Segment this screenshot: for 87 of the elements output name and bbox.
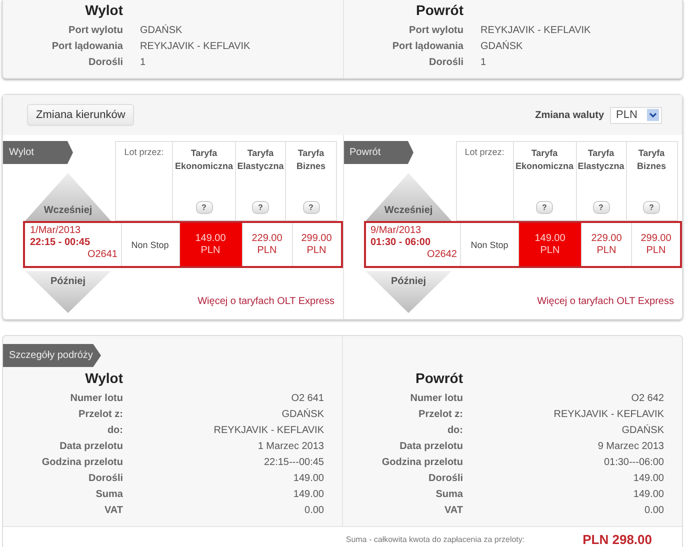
field-label: Dorośli — [428, 472, 463, 486]
flight-time: 22:15 - 00:45 — [30, 237, 92, 249]
field-value: 149.00 — [632, 488, 665, 502]
field-value: 149.00 — [292, 488, 325, 502]
field-label: Port lądowania — [391, 40, 464, 54]
help-button[interactable]: ? — [196, 201, 212, 214]
column-header: Lot przez: — [124, 147, 164, 157]
column-header: Lot przez: — [464, 147, 504, 157]
field-value: GDAŃSK — [280, 408, 325, 422]
field-value: 1 Marzec 2013 — [256, 440, 325, 454]
field-value: 01:30---06:00 — [602, 456, 665, 470]
field-value: 1 — [140, 56, 147, 70]
help-button[interactable]: ? — [643, 201, 660, 214]
chevron-down-icon — [647, 109, 659, 121]
field-value: 9 Marzec 2013 — [596, 440, 665, 454]
field-value: 149.00 — [632, 472, 665, 486]
field-label: VAT — [103, 504, 123, 518]
earlier-button[interactable]: Wcześniej — [25, 173, 111, 221]
field-label: Data przelotu — [58, 440, 123, 454]
section-tag: Szczegóły podróży — [3, 344, 101, 367]
field-label: Numer lotu — [69, 392, 123, 406]
column-header: Taryfa Elastyczna — [578, 147, 624, 173]
field-label: Dorośli — [88, 56, 123, 70]
field-label: Przelot z: — [418, 408, 463, 422]
section-tag: Powrót — [344, 141, 414, 164]
field-label: Dorośli — [428, 56, 464, 70]
field-label: do: — [106, 424, 123, 438]
field-value: O2 641 — [290, 392, 325, 406]
field-value: 0.00 — [304, 504, 325, 518]
field-value: O2 642 — [630, 392, 665, 406]
section-title: Powrót — [415, 2, 464, 18]
field-value: GDAŃSK — [620, 424, 665, 438]
help-button[interactable]: ? — [252, 201, 269, 214]
column-header: Taryfa Biznes — [636, 147, 667, 173]
column-header: Taryfa Elastyczna — [237, 147, 284, 173]
field-value: REYKJAVIK - KEFLAVIK — [212, 424, 325, 438]
field-label: do: — [446, 424, 463, 438]
field-label: Godzina przelotu — [40, 456, 123, 470]
field-value: REYKJAVIK - KEFLAVIK — [552, 408, 665, 422]
section-tag: Wylot — [3, 141, 73, 164]
change-direction-button[interactable]: Zmiana kierunków — [27, 104, 134, 126]
field-label: Numer lotu — [409, 392, 463, 406]
flight-row[interactable]: 9/Mar/2013 01:30 - 06:00 O2642 Non Stop 149.00 PLN 229.00 PLN 299.00 PLN — [364, 221, 682, 268]
field-label: Godzina przelotu — [380, 456, 463, 470]
section-title: Wylot — [84, 2, 123, 18]
field-label: Port wylotu — [408, 24, 464, 38]
currency-label: Zmiana waluty — [535, 110, 604, 120]
fares-link[interactable]: Więcej o taryfach OLT Express — [198, 296, 334, 307]
flight-time: 01:30 - 06:00 — [370, 237, 432, 249]
fares-link[interactable]: Więcej o taryfach OLT Express — [537, 296, 674, 307]
flight-date: 1/Mar/2013 — [30, 225, 82, 237]
currency-select[interactable]: PLN — [610, 106, 662, 124]
field-value: 1 — [480, 56, 488, 70]
field-value: 0.00 — [644, 504, 665, 518]
later-button[interactable]: Później — [366, 271, 452, 313]
flight-date: 9/Mar/2013 — [370, 225, 422, 237]
field-value: REYKJAVIK - KEFLAVIK — [140, 40, 252, 54]
field-label: Suma — [94, 488, 123, 502]
field-label: Przelot z: — [78, 408, 123, 422]
column-header: Taryfa Ekonomiczna — [175, 147, 233, 173]
section-title: Powrót — [414, 370, 463, 386]
help-button[interactable]: ? — [536, 201, 553, 214]
via-text: Non Stop — [470, 240, 508, 250]
later-button[interactable]: Później — [25, 271, 111, 313]
field-value: 22:15---00:45 — [262, 456, 325, 470]
field-value: GDAŃSK — [480, 40, 524, 54]
help-button[interactable]: ? — [302, 201, 320, 214]
field-value: GDAŃSK — [140, 24, 184, 38]
total-label: Suma - całkowita kwota do zapłacenia za przeloty: — [346, 535, 525, 544]
section-title: Wylot — [84, 370, 123, 386]
field-label: Port lądowania — [50, 40, 123, 54]
flight-number: O2642 — [426, 249, 457, 261]
field-value: 149.00 — [292, 472, 325, 486]
help-button[interactable]: ? — [592, 201, 610, 214]
field-label: Dorośli — [88, 472, 123, 486]
total-amount: PLN 298.00 — [582, 532, 652, 547]
field-label: Port wylotu — [68, 24, 123, 38]
field-value: REYKJAVIK - KEFLAVIK — [480, 24, 592, 38]
via-text: Non Stop — [131, 240, 169, 250]
column-header: Taryfa Biznes — [295, 147, 326, 173]
field-label: Data przelotu — [398, 440, 463, 454]
earlier-button[interactable]: Wcześniej — [366, 173, 452, 221]
flight-row[interactable]: 1/Mar/2013 22:15 - 00:45 O2641 Non Stop 149.00 PLN 229.00 PLN 299.00 PLN — [23, 221, 342, 268]
flight-number: O2641 — [87, 249, 118, 261]
column-header: Taryfa Ekonomiczna — [516, 147, 574, 173]
field-label: Suma — [434, 488, 463, 502]
field-label: VAT — [443, 504, 463, 518]
